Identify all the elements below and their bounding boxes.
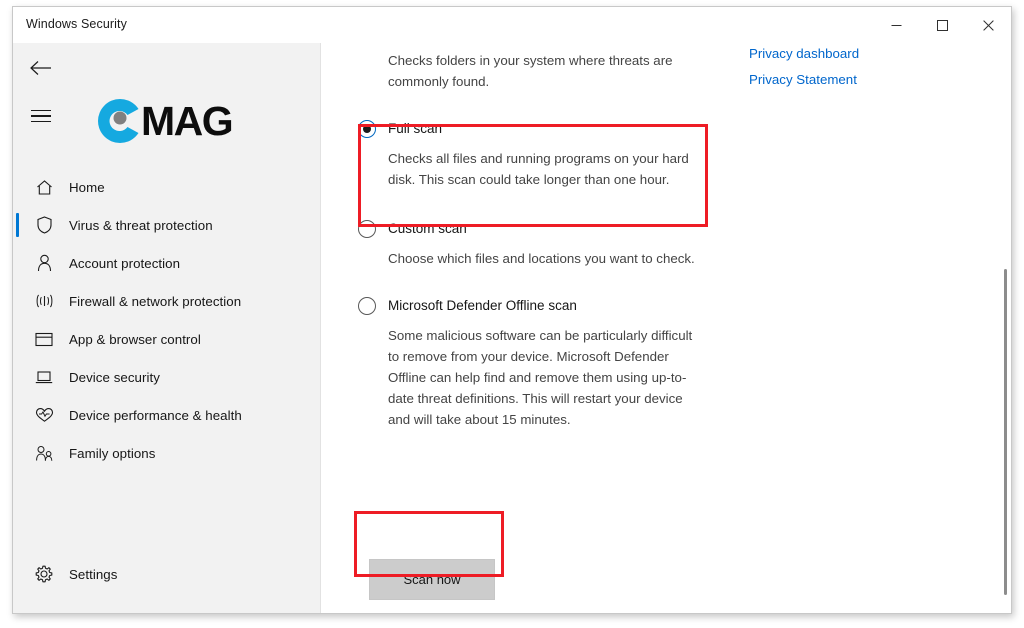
- scan-option-description: Choose which files and locations you wan…: [388, 248, 703, 269]
- selection-accent-bar: [16, 213, 19, 237]
- privacy-statement-link[interactable]: Privacy Statement: [749, 72, 979, 87]
- window-icon: [29, 332, 59, 347]
- sidebar-item-label: Device security: [69, 370, 160, 385]
- family-people-icon: [29, 445, 59, 462]
- privacy-links: Privacy dashboard Privacy Statement: [749, 46, 979, 98]
- maximize-icon: [937, 20, 948, 31]
- pcmag-logo: MAG: [95, 95, 232, 147]
- scan-option-header: Custom scan: [358, 219, 698, 241]
- close-icon: [983, 20, 994, 31]
- menu-button[interactable]: [21, 101, 61, 131]
- sidebar-item-label: App & browser control: [69, 332, 201, 347]
- scan-option-description: Checks folders in your system where thre…: [388, 50, 703, 92]
- back-arrow-icon: [30, 60, 52, 76]
- scan-option-custom[interactable]: Custom scan Choose which files and locat…: [358, 219, 698, 269]
- sidebar-item-label: Firewall & network protection: [69, 294, 241, 309]
- sidebar-item-app-browser-control[interactable]: App & browser control: [13, 320, 320, 358]
- content-scrollbar[interactable]: [1002, 43, 1009, 614]
- scan-now-button[interactable]: Scan now: [369, 559, 495, 600]
- screenshot-root: Windows Security: [0, 0, 1024, 628]
- scan-option-defender-offline[interactable]: Microsoft Defender Offline scan Some mal…: [358, 296, 698, 430]
- scrollbar-thumb[interactable]: [1004, 269, 1007, 595]
- sidebar-item-label: Virus & threat protection: [69, 218, 213, 233]
- scan-option-description: Checks all files and running programs on…: [388, 148, 703, 190]
- sidebar-item-device-security[interactable]: Device security: [13, 358, 320, 396]
- hamburger-menu-icon: [31, 106, 51, 127]
- sidebar-item-label: Settings: [69, 567, 117, 582]
- sidebar-item-virus-threat-protection[interactable]: Virus & threat protection: [13, 206, 320, 244]
- title-bar: Windows Security: [13, 7, 1011, 43]
- minimize-icon: [891, 20, 902, 31]
- main-content: Quick scan Checks folders in your system…: [322, 43, 1012, 614]
- home-icon: [29, 179, 59, 196]
- logo-wordmark: MAG: [141, 101, 232, 142]
- windows-security-window: Windows Security: [12, 6, 1012, 614]
- laptop-icon: [29, 370, 59, 385]
- sidebar-item-family-options[interactable]: Family options: [13, 434, 320, 472]
- wifi-signal-icon: [29, 293, 59, 309]
- scan-option-description: Some malicious software can be particula…: [388, 325, 703, 430]
- scan-option-quick[interactable]: Quick scan Checks folders in your system…: [358, 43, 698, 92]
- gear-icon: [29, 565, 59, 583]
- radio-full-scan[interactable]: [358, 120, 376, 138]
- maximize-button[interactable]: [919, 7, 965, 43]
- scan-option-title: Custom scan: [388, 219, 467, 238]
- back-button[interactable]: [21, 51, 61, 85]
- sidebar: MAG Home: [13, 43, 321, 614]
- radio-defender-offline-scan[interactable]: [358, 297, 376, 315]
- privacy-dashboard-link[interactable]: Privacy dashboard: [749, 46, 979, 61]
- sidebar-item-label: Family options: [69, 446, 155, 461]
- scan-option-header: Microsoft Defender Offline scan: [358, 296, 698, 318]
- scan-options-group: Quick scan Checks folders in your system…: [358, 43, 698, 446]
- window-title: Windows Security: [26, 17, 127, 31]
- sidebar-item-label: Device performance & health: [69, 408, 242, 423]
- sidebar-nav: Home Virus & threat protection: [13, 168, 320, 472]
- close-button[interactable]: [965, 7, 1011, 43]
- scan-option-header: Full scan: [358, 119, 698, 141]
- minimize-button[interactable]: [873, 7, 919, 43]
- sidebar-item-home[interactable]: Home: [13, 168, 320, 206]
- window-controls: [873, 7, 1011, 43]
- sidebar-item-settings[interactable]: Settings: [13, 555, 320, 593]
- sidebar-item-account-protection[interactable]: Account protection: [13, 244, 320, 282]
- scan-option-title: Microsoft Defender Offline scan: [388, 296, 577, 315]
- radio-custom-scan[interactable]: [358, 220, 376, 238]
- shield-icon: [29, 216, 59, 234]
- pcmag-circle-logo: [95, 96, 145, 146]
- scan-option-full[interactable]: Full scan Checks all files and running p…: [358, 119, 698, 190]
- scan-option-title: Full scan: [388, 119, 442, 138]
- person-icon: [29, 254, 59, 272]
- sidebar-item-device-performance-health[interactable]: Device performance & health: [13, 396, 320, 434]
- sidebar-item-label: Home: [69, 180, 105, 195]
- heart-pulse-icon: [29, 407, 59, 423]
- sidebar-item-firewall-network-protection[interactable]: Firewall & network protection: [13, 282, 320, 320]
- sidebar-item-label: Account protection: [69, 256, 180, 271]
